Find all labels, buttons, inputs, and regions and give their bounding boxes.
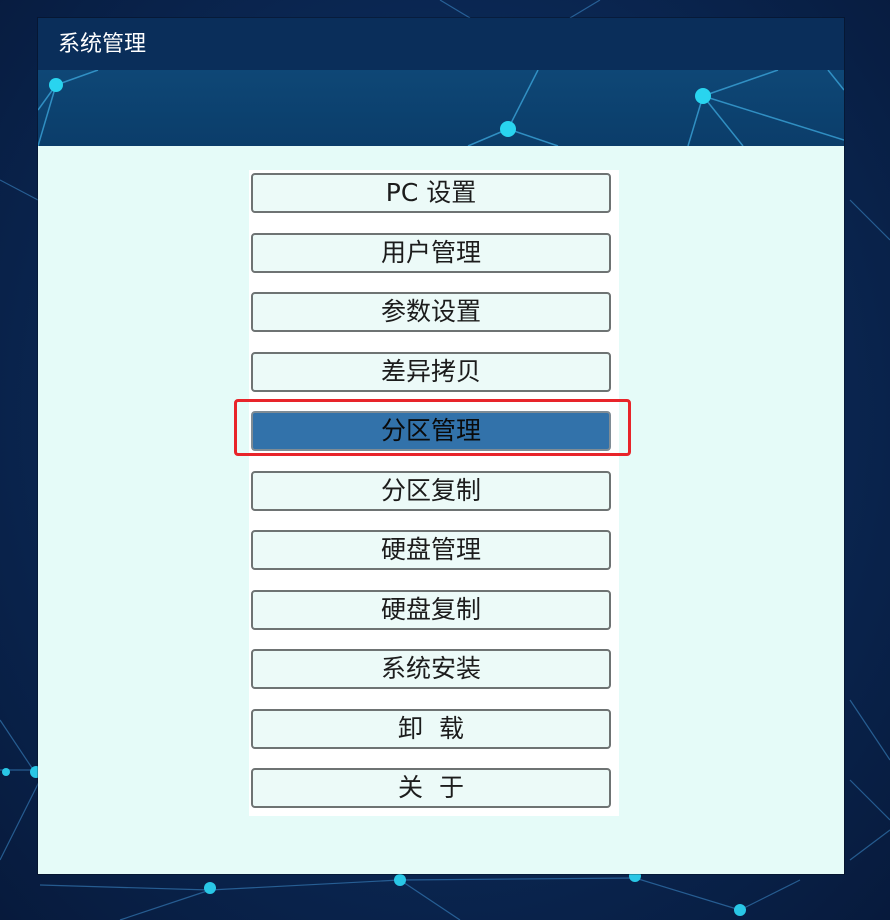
title-bar: 系统管理 (38, 18, 844, 70)
system-install-button[interactable]: 系统安装 (251, 649, 611, 689)
about-button[interactable]: 关 于 (251, 768, 611, 808)
disk-copy-button[interactable]: 硬盘复制 (251, 590, 611, 630)
banner-network-graphic (38, 70, 844, 146)
differential-copy-button[interactable]: 差异拷贝 (251, 352, 611, 392)
parameter-settings-button[interactable]: 参数设置 (251, 292, 611, 332)
uninstall-button[interactable]: 卸 载 (251, 709, 611, 749)
header-banner (38, 70, 844, 146)
window-title: 系统管理 (58, 32, 147, 57)
partition-management-button[interactable]: 分区管理 (251, 411, 611, 451)
system-management-window: 系统管理 PC 设置 用户管理 参数设置 差异拷贝分区管理 分区复制 硬盘管理 … (38, 18, 844, 874)
user-management-button[interactable]: 用户管理 (251, 233, 611, 273)
pc-settings-button[interactable]: PC 设置 (251, 173, 611, 213)
disk-management-button[interactable]: 硬盘管理 (251, 530, 611, 570)
system-menu: PC 设置用户管理参数设置差异拷贝分区管理分区复制硬盘管理硬盘复制系统安装卸 载… (249, 170, 619, 816)
partition-copy-button[interactable]: 分区复制 (251, 471, 611, 511)
